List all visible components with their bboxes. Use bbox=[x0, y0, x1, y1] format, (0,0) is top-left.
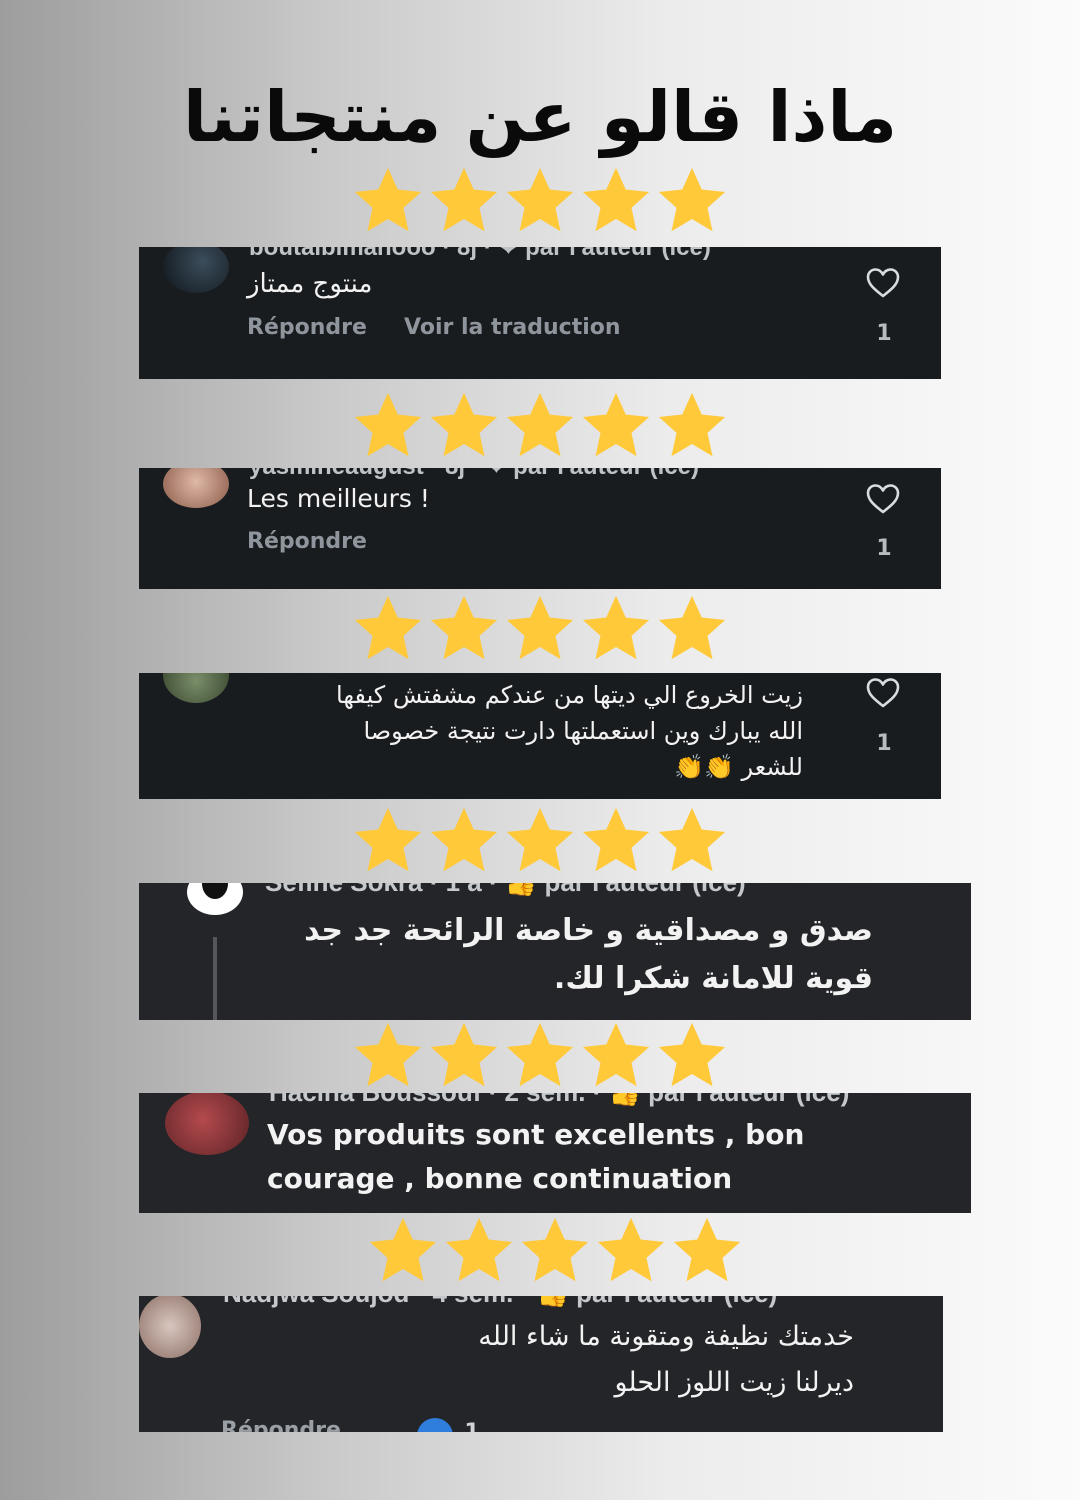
avatar bbox=[163, 673, 229, 703]
star-rating-row bbox=[0, 805, 1080, 877]
comment-text: منتوج ممتاز bbox=[247, 269, 373, 299]
star-icon bbox=[656, 805, 728, 877]
comment-author: boutaibimanooo · 8j · ❤ par l'auteur (ic… bbox=[249, 247, 711, 261]
comment-text: Les meilleurs ! bbox=[247, 484, 430, 513]
like-count: 1 bbox=[457, 1420, 487, 1432]
star-rating-row bbox=[0, 1215, 1080, 1287]
star-icon bbox=[428, 1020, 500, 1092]
comment-author: Sefine Sokra · 1 a · 👍 par l'auteur (ice… bbox=[265, 883, 746, 898]
star-rating-row bbox=[0, 1020, 1080, 1092]
star-icon bbox=[352, 593, 424, 665]
comment-line: قوية للامانة شكرا لك. bbox=[553, 961, 873, 996]
comment-line: الله يبارك وين استعملتها دارت نتيجة خصوص… bbox=[363, 717, 803, 745]
comment-author: yasmineaugust · 8j · ❤ par l'auteur (ice… bbox=[249, 468, 699, 481]
star-icon bbox=[352, 390, 424, 462]
like-reaction-icon bbox=[417, 1418, 453, 1432]
star-icon bbox=[595, 1215, 667, 1287]
comment-line: ديرلنا زيت اللوز الحلو bbox=[614, 1367, 854, 1398]
comment-text: زيت الخروع الي ديتها من عندكم مشفتش كيفه… bbox=[243, 677, 803, 785]
heart-icon[interactable] bbox=[866, 483, 900, 515]
star-icon bbox=[504, 805, 576, 877]
star-icon bbox=[504, 1020, 576, 1092]
avatar bbox=[187, 883, 243, 915]
star-icon bbox=[580, 165, 652, 237]
comment-text: صدق و مصداقية و خاصة الرائحة جد جد قوية … bbox=[259, 907, 873, 1003]
star-icon bbox=[443, 1215, 515, 1287]
star-icon bbox=[580, 390, 652, 462]
comment-author: Nadjwa Soujod · 4 sem. · 👍 par l'auteur … bbox=[223, 1296, 777, 1309]
star-icon bbox=[367, 1215, 439, 1287]
star-icon bbox=[428, 390, 500, 462]
avatar bbox=[139, 1296, 201, 1358]
review-card-5: Hacina Boussouf · 2 sem. · 👍 par l'auteu… bbox=[139, 1093, 971, 1213]
comment-line: Vos produits sont excellents , bon bbox=[267, 1118, 805, 1151]
star-icon bbox=[656, 1020, 728, 1092]
star-icon bbox=[580, 1020, 652, 1092]
star-icon bbox=[504, 390, 576, 462]
comment-author: Hacina Boussouf · 2 sem. · 👍 par l'auteu… bbox=[269, 1093, 849, 1108]
star-icon bbox=[671, 1215, 743, 1287]
star-icon bbox=[352, 805, 424, 877]
star-icon bbox=[580, 593, 652, 665]
star-rating-row bbox=[0, 593, 1080, 665]
star-rating-row bbox=[0, 390, 1080, 462]
comment-text: خدمتك نظيفة ومتقونة ما شاء الله ديرلنا ز… bbox=[239, 1314, 854, 1406]
comment-text: Vos produits sont excellents , bon coura… bbox=[267, 1113, 804, 1201]
star-icon bbox=[352, 1020, 424, 1092]
translate-button[interactable]: Voir la traduction bbox=[404, 315, 621, 340]
thread-line bbox=[213, 937, 217, 1020]
review-card-6: Nadjwa Soujod · 4 sem. · 👍 par l'auteur … bbox=[139, 1296, 943, 1432]
star-icon bbox=[656, 593, 728, 665]
star-icon bbox=[519, 1215, 591, 1287]
heart-icon[interactable] bbox=[866, 267, 900, 299]
star-icon bbox=[428, 593, 500, 665]
star-icon bbox=[656, 165, 728, 237]
avatar bbox=[163, 468, 229, 508]
comment-line: courage , bonne continuation bbox=[267, 1162, 733, 1195]
reply-button[interactable]: Répondre bbox=[247, 315, 367, 340]
comment-line: للشعر 👏👏 bbox=[674, 753, 803, 781]
star-icon bbox=[656, 390, 728, 462]
star-icon bbox=[580, 805, 652, 877]
comment-line: زيت الخروع الي ديتها من عندكم مشفتش كيفه… bbox=[336, 681, 803, 709]
avatar bbox=[163, 247, 229, 293]
review-card-3: زيت الخروع الي ديتها من عندكم مشفتش كيفه… bbox=[139, 673, 941, 799]
heart-icon[interactable] bbox=[866, 677, 900, 709]
comment-line: خدمتك نظيفة ومتقونة ما شاء الله bbox=[478, 1321, 854, 1352]
review-card-4: Sefine Sokra · 1 a · 👍 par l'auteur (ice… bbox=[139, 883, 971, 1020]
star-icon bbox=[504, 593, 576, 665]
star-icon bbox=[428, 805, 500, 877]
like-count: 1 bbox=[876, 321, 892, 346]
star-icon bbox=[504, 165, 576, 237]
like-count: 1 bbox=[876, 731, 892, 756]
reply-button[interactable]: Répondre bbox=[247, 529, 367, 554]
review-card-2: yasmineaugust · 8j · ❤ par l'auteur (ice… bbox=[139, 468, 941, 589]
star-icon bbox=[428, 165, 500, 237]
like-count: 1 bbox=[876, 536, 892, 561]
avatar bbox=[165, 1093, 249, 1155]
page-title: ماذا قالو عن منتجاتنا bbox=[182, 76, 898, 158]
reply-button[interactable]: Répondre bbox=[221, 1418, 341, 1432]
review-card-1: boutaibimanooo · 8j · ❤ par l'auteur (ic… bbox=[139, 247, 941, 379]
comment-line: صدق و مصداقية و خاصة الرائحة جد جد bbox=[304, 913, 873, 948]
star-icon bbox=[352, 165, 424, 237]
star-rating-row bbox=[0, 165, 1080, 237]
